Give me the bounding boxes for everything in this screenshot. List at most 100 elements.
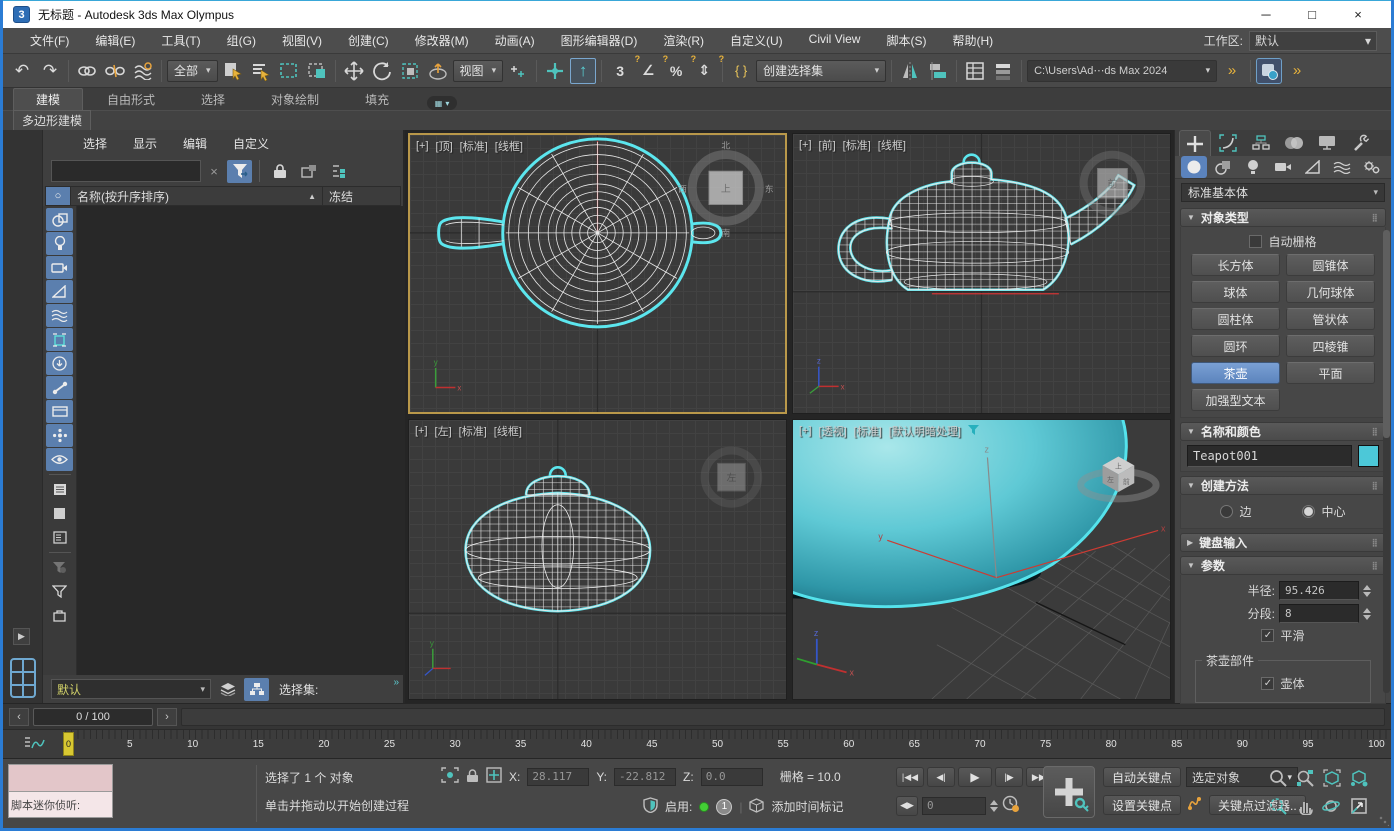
category-cameras[interactable] (1270, 156, 1296, 178)
maxscript-mini-listener[interactable]: 脚本迷你侦听: (8, 764, 113, 818)
project-folder-dropdown[interactable]: C:\Users\Ad⋯ds Max 2024▾ (1027, 60, 1217, 82)
menu-item[interactable]: 视图(V) (269, 32, 335, 49)
use-pivot-icon[interactable] (505, 58, 531, 84)
angle-snap-toggle[interactable]: ∠? (635, 58, 661, 84)
category-systems[interactable] (1359, 156, 1385, 178)
menu-item[interactable]: 组(G) (214, 32, 269, 49)
select-rotate-icon[interactable] (369, 58, 395, 84)
menu-item[interactable]: 帮助(H) (939, 32, 1006, 49)
radio-center[interactable]: 中心 (1302, 503, 1345, 520)
button-teapot[interactable]: 茶壶 (1191, 362, 1280, 384)
set-keys-button[interactable] (1043, 766, 1095, 818)
select-place-icon[interactable] (425, 58, 451, 84)
category-helpers[interactable] (1300, 156, 1326, 178)
tab-create[interactable] (1179, 130, 1211, 156)
menu-item[interactable]: 编辑(E) (82, 32, 148, 49)
display-bones-icon[interactable] (46, 376, 73, 399)
viewport-perspective[interactable]: x y z xyz 上 左 前 [ (792, 419, 1171, 700)
button-pyramid[interactable]: 四棱锥 (1286, 335, 1375, 357)
tab-utilities[interactable] (1344, 130, 1376, 156)
zoom-extents-icon[interactable] (1319, 767, 1344, 789)
zoom-icon[interactable] (1265, 767, 1290, 789)
toggle-scene-explorer-icon[interactable] (962, 58, 988, 84)
explorer-menu-item[interactable]: 选择 (71, 135, 119, 152)
rollout-creation-method[interactable]: ▼创建方法⣿ (1180, 476, 1386, 495)
viewport-menu-shading[interactable]: [线框] (878, 137, 906, 153)
filter-icon[interactable] (46, 580, 73, 603)
redo-button[interactable]: ↷ (37, 58, 63, 84)
filter-config-icon[interactable] (46, 556, 73, 579)
menu-item[interactable]: 创建(C) (335, 32, 402, 49)
menu-item[interactable]: 修改器(M) (402, 32, 482, 49)
autogrid-checkbox[interactable] (1249, 235, 1262, 248)
button-torus[interactable]: 圆环 (1191, 335, 1280, 357)
tab-motion[interactable] (1278, 130, 1310, 156)
viewport-menu-general[interactable]: [+] (416, 140, 429, 152)
hierarchy-mode-icon[interactable] (244, 678, 269, 701)
coord-system-dropdown[interactable]: 视图▾ (453, 60, 504, 82)
y-coordinate-field[interactable]: -22.812 (614, 768, 676, 786)
zoom-extents-all-icon[interactable] (1346, 767, 1371, 789)
viewport-menu-standard[interactable]: [标准] (854, 423, 882, 439)
zoom-region-icon[interactable] (1265, 795, 1290, 817)
play-button[interactable]: ▶ (958, 767, 992, 787)
named-selection-dropdown[interactable]: 创建选择集▾ (756, 60, 886, 82)
collection-icon[interactable] (46, 604, 73, 627)
display-cameras-icon[interactable] (46, 256, 73, 279)
category-shapes[interactable] (1211, 156, 1237, 178)
next-key-button[interactable]: |▶ (995, 767, 1023, 787)
go-to-start-button[interactable]: |◀◀ (896, 767, 924, 787)
named-sets-icon[interactable]: { } (728, 58, 754, 84)
viewport-menu-shading[interactable]: [默认明暗处理] (889, 423, 961, 439)
search-filter-icon[interactable] (227, 160, 252, 183)
lock-icon[interactable] (267, 160, 292, 183)
z-coordinate-field[interactable]: 0.0 (701, 768, 763, 786)
body-checkbox[interactable]: ✓ (1261, 677, 1274, 690)
close-button[interactable]: × (1335, 2, 1381, 28)
workspace-dropdown[interactable]: 默认▾ (1249, 31, 1377, 51)
mirror-icon[interactable] (897, 58, 923, 84)
display-geometry-icon[interactable] (46, 208, 73, 231)
menu-item[interactable]: 渲染(R) (650, 32, 717, 49)
display-all-eye-icon[interactable] (46, 448, 73, 471)
button-plane[interactable]: 平面 (1286, 362, 1375, 384)
align-icon[interactable] (925, 58, 951, 84)
select-link-icon[interactable] (74, 58, 100, 84)
per-view-filter-icon[interactable] (968, 425, 979, 438)
clear-search-icon[interactable]: × (205, 164, 223, 179)
unlink-icon[interactable] (102, 58, 128, 84)
resize-grip[interactable] (1379, 816, 1389, 826)
orbit-icon[interactable] (1319, 795, 1344, 817)
auto-key-button[interactable]: 自动关键点 (1103, 767, 1181, 787)
viewport-top[interactable]: xy 上 北 南 东 西 [+] [顶] [标准] [线框] (408, 133, 787, 414)
viewport-left[interactable]: y 左 [+] [左] [标准] [线框] (408, 419, 787, 700)
time-slider-handle[interactable]: 0 / 100 (33, 708, 153, 726)
detail-view-icon[interactable] (46, 526, 73, 549)
rollout-parameters[interactable]: ▼参数⣿ (1180, 556, 1386, 575)
viewport-menu-pov[interactable]: [顶] (436, 138, 453, 154)
pick-container-icon[interactable] (296, 160, 321, 183)
menu-item[interactable]: 图形编辑器(D) (548, 32, 651, 49)
toggle-layer-explorer-icon[interactable] (990, 58, 1016, 84)
explorer-overflow-chevron[interactable]: » (393, 677, 399, 688)
panel-scrollbar[interactable] (1383, 230, 1390, 693)
menu-item[interactable]: 文件(F) (17, 32, 82, 49)
notification-badge[interactable]: 1 (716, 799, 732, 815)
display-containers-icon[interactable] (46, 352, 73, 375)
spinner-snap-toggle[interactable]: ⇕? (691, 58, 717, 84)
viewport-menu-standard[interactable]: [标准] (460, 138, 488, 154)
viewport-menu-pov[interactable]: [左] (435, 423, 452, 439)
category-geometry[interactable] (1181, 156, 1207, 178)
radius-spinner[interactable] (1363, 585, 1371, 597)
viewport-menu-general[interactable]: [+] (799, 425, 812, 437)
ribbon-overflow-button[interactable]: ▦▾ (427, 96, 457, 110)
time-configuration-icon[interactable] (1002, 795, 1020, 816)
menu-item[interactable]: 动画(A) (482, 32, 548, 49)
button-cone[interactable]: 圆锥体 (1286, 254, 1375, 276)
rollout-object-type[interactable]: ▼对象类型⣿ (1180, 208, 1386, 227)
window-crossing-icon[interactable] (304, 58, 330, 84)
mini-curve-editor-icon[interactable] (3, 730, 65, 758)
menu-item[interactable]: Civil View (796, 32, 874, 49)
percent-snap-toggle[interactable]: %? (663, 58, 689, 84)
display-groups-icon[interactable] (46, 328, 73, 351)
